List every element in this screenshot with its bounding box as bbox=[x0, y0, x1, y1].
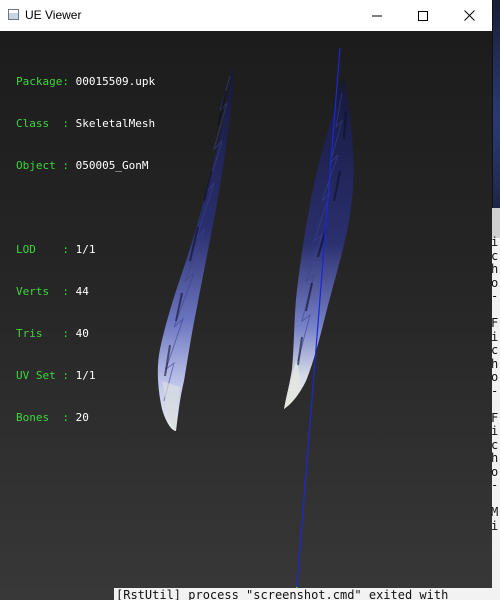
info-label: Class : bbox=[16, 117, 69, 130]
console-line: F bbox=[491, 410, 499, 425]
info-label: Object : bbox=[16, 159, 69, 172]
info-row-verts: Verts : 44 bbox=[16, 285, 155, 299]
console-line: c bbox=[491, 343, 499, 357]
mesh-info-overlay: Package: 00015509.upk Class : SkeletalMe… bbox=[16, 47, 155, 453]
minimize-icon bbox=[372, 15, 382, 16]
app-icon bbox=[8, 9, 19, 20]
info-value: 44 bbox=[75, 285, 89, 298]
info-label: Tris : bbox=[16, 327, 69, 340]
console-status-line: [RstUtil] process "screenshot.cmd" exite… bbox=[116, 589, 449, 600]
info-label: UV Set : bbox=[16, 369, 69, 382]
console-line: i bbox=[491, 329, 499, 344]
console-line: M bbox=[491, 505, 499, 519]
console-line: o bbox=[491, 370, 499, 384]
title-bar[interactable]: UE Viewer bbox=[0, 0, 492, 32]
console-line: o bbox=[491, 464, 499, 479]
console-line: o bbox=[491, 275, 499, 290]
info-value: 1/1 bbox=[75, 243, 96, 256]
info-label: Verts : bbox=[16, 285, 69, 298]
left-wing-mesh bbox=[157, 65, 234, 431]
info-label: Package: bbox=[16, 75, 69, 88]
info-value: 1/1 bbox=[75, 369, 96, 382]
info-row-class: Class : SkeletalMesh bbox=[16, 117, 155, 131]
info-value: 00015509.upk bbox=[75, 75, 156, 88]
console-line: - bbox=[491, 478, 499, 492]
info-spacer bbox=[16, 201, 155, 215]
maximize-button[interactable] bbox=[400, 0, 446, 31]
info-label: LOD : bbox=[16, 243, 69, 256]
console-line: c bbox=[491, 248, 499, 263]
console-line: h bbox=[491, 356, 499, 371]
info-row-lod: LOD : 1/1 bbox=[16, 243, 155, 257]
info-value: 40 bbox=[75, 327, 89, 340]
info-label: Bones : bbox=[16, 411, 69, 424]
window-title: UE Viewer bbox=[25, 8, 82, 22]
close-button[interactable] bbox=[446, 0, 492, 31]
info-row-package: Package: 00015509.upk bbox=[16, 75, 155, 89]
console-line: h bbox=[491, 262, 499, 276]
console-line: c bbox=[491, 437, 499, 452]
console-line: i bbox=[491, 424, 499, 438]
console-line: F bbox=[491, 316, 499, 330]
info-value: SkeletalMesh bbox=[75, 117, 156, 130]
info-value: 20 bbox=[75, 411, 89, 424]
info-row-object: Object : 050005_GonM bbox=[16, 159, 155, 173]
maximize-icon bbox=[418, 10, 428, 21]
console-line: - bbox=[491, 383, 499, 398]
right-wing-mesh bbox=[284, 77, 354, 409]
info-row-tris: Tris : 40 bbox=[16, 327, 155, 341]
console-scrollbar-thumb[interactable] bbox=[492, 208, 500, 238]
info-row-uvset: UV Set : 1/1 bbox=[16, 369, 155, 383]
console-line: i bbox=[491, 235, 499, 249]
info-value: 050005_GonM bbox=[75, 159, 149, 172]
ue-viewer-window: UE Viewer Package: 00015509.upk Class: … bbox=[0, 0, 492, 600]
close-icon bbox=[463, 10, 475, 21]
console-line: - bbox=[491, 289, 499, 303]
info-row-bones: Bones : 20 bbox=[16, 411, 155, 425]
console-line: i bbox=[491, 518, 499, 533]
minimize-button[interactable] bbox=[354, 0, 400, 31]
console-output: icho-Ficho-Ficho-Mi bbox=[491, 235, 499, 533]
console-line: h bbox=[491, 451, 499, 465]
